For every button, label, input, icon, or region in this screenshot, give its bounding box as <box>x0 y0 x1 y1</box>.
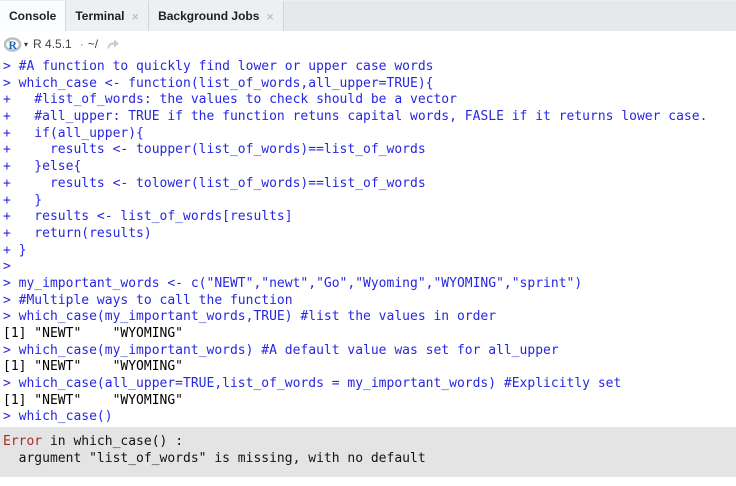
console-line: + results <- tolower(list_of_words)==lis… <box>0 176 736 193</box>
console-line: + results <- toupper(list_of_words)==lis… <box>0 142 736 159</box>
console-line: + } <box>0 243 736 260</box>
error-rest: in which_case() : <box>42 434 183 449</box>
console-line: > which_case() <box>0 409 736 426</box>
tab-terminal[interactable]: Terminal × <box>66 1 149 31</box>
close-icon[interactable]: × <box>266 10 274 23</box>
tab-background-jobs[interactable]: Background Jobs × <box>149 1 284 31</box>
console-line: + #list_of_words: the values to check sh… <box>0 92 736 109</box>
toolbar-separator: · <box>80 37 84 51</box>
tabbar-filler <box>284 1 736 31</box>
console-line: + } <box>0 193 736 210</box>
console-line: + if(all_upper){ <box>0 126 736 143</box>
tab-label: Background Jobs <box>158 9 259 23</box>
svg-text:R: R <box>9 40 18 52</box>
error-line-2: argument "list_of_words" is missing, wit… <box>3 451 733 468</box>
console-line: > which_case(my_important_words) #A defa… <box>0 343 736 360</box>
chevron-down-icon: ▾ <box>24 40 28 49</box>
console-line: > my_important_words <- c("NEWT","newt",… <box>0 276 736 293</box>
r-logo-icon: R <box>4 37 22 52</box>
console-output[interactable]: > #A function to quickly find lower or u… <box>0 57 736 477</box>
r-version-label: R 4.5.1 <box>33 37 72 51</box>
console-toolbar: R ▾ R 4.5.1 · ~/ <box>0 31 736 57</box>
error-prefix: Error <box>3 434 42 449</box>
console-line: + }else{ <box>0 159 736 176</box>
error-message: Error in which_case() : argument "list_o… <box>0 427 736 476</box>
console-line: [1] "NEWT" "WYOMING" <box>0 326 736 343</box>
tab-label: Terminal <box>75 9 124 23</box>
console-line: + return(results) <box>0 226 736 243</box>
close-icon[interactable]: × <box>131 10 139 23</box>
console-line: > which_case(my_important_words,TRUE) #l… <box>0 309 736 326</box>
console-line: + #all_upper: TRUE if the function retun… <box>0 109 736 126</box>
console-lines: > #A function to quickly find lower or u… <box>0 59 736 426</box>
working-directory-label[interactable]: ~/ <box>88 37 98 51</box>
console-line: [1] "NEWT" "WYOMING" <box>0 359 736 376</box>
go-to-directory-icon[interactable] <box>106 38 120 50</box>
tab-console[interactable]: Console <box>0 1 66 31</box>
console-line: > which_case <- function(list_of_words,a… <box>0 76 736 93</box>
console-line: > which_case(all_upper=TRUE,list_of_word… <box>0 376 736 393</box>
console-line: + results <- list_of_words[results] <box>0 209 736 226</box>
console-line: > <box>0 259 736 276</box>
tab-label: Console <box>9 9 56 23</box>
tab-bar: Console Terminal × Background Jobs × <box>0 1 736 31</box>
rstudio-console-pane: Console Terminal × Background Jobs × R ▾… <box>0 0 736 486</box>
console-line: > #A function to quickly find lower or u… <box>0 59 736 76</box>
console-line: > #Multiple ways to call the function <box>0 293 736 310</box>
error-line-1: Error in which_case() : <box>3 434 733 451</box>
r-version-menu-button[interactable]: R ▾ <box>4 37 33 52</box>
console-line: [1] "NEWT" "WYOMING" <box>0 393 736 410</box>
